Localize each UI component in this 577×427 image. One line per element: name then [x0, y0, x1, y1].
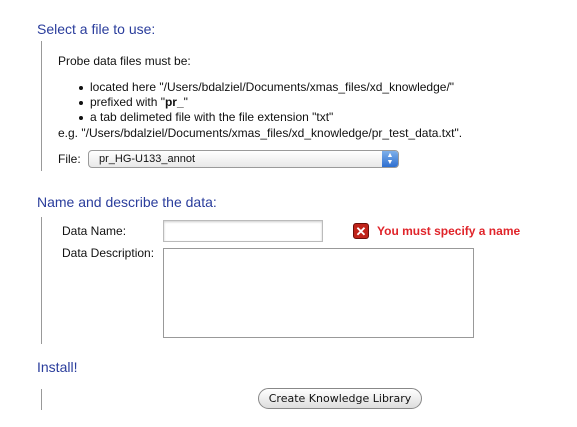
data-description-label: Data Description: [62, 246, 155, 260]
example-path: e.g. "/Users/bdalziel/Documents/xmas_fil… [58, 126, 463, 140]
data-name-label: Data Name: [62, 224, 127, 238]
select-arrows-icon: ▲ ▼ [382, 151, 398, 167]
bullet-icon [79, 116, 83, 120]
section-divider [41, 389, 42, 410]
section-divider [41, 217, 42, 344]
section-divider [41, 41, 42, 171]
error-message: You must specify a name [377, 224, 521, 238]
prefix-requirement: prefixed with "pr_" [90, 95, 188, 109]
prefix-quote: " [183, 95, 188, 109]
file-select[interactable]: pr_HG-U133_annot ▲ ▼ [88, 150, 399, 168]
error-icon: ✕ [353, 223, 369, 239]
format-requirement: a tab delimeted file with the file exten… [90, 110, 334, 124]
bullet-icon [79, 101, 83, 105]
create-knowledge-library-button[interactable]: Create Knowledge Library [258, 388, 422, 409]
prefix-text: prefixed with " [90, 95, 165, 109]
data-description-textarea[interactable] [163, 248, 474, 338]
prefix-value: pr_ [164, 95, 184, 109]
data-name-input[interactable] [163, 220, 323, 242]
name-describe-heading: Name and describe the data: [37, 194, 217, 210]
location-requirement: located here "/Users/bdalziel/Documents/… [90, 80, 455, 94]
file-label: File: [58, 152, 81, 166]
bullet-icon [79, 86, 83, 90]
install-heading: Install! [37, 359, 78, 375]
select-file-heading: Select a file to use: [37, 21, 156, 37]
file-select-value: pr_HG-U133_annot [99, 153, 196, 165]
intro-text: Probe data files must be: [58, 54, 191, 68]
